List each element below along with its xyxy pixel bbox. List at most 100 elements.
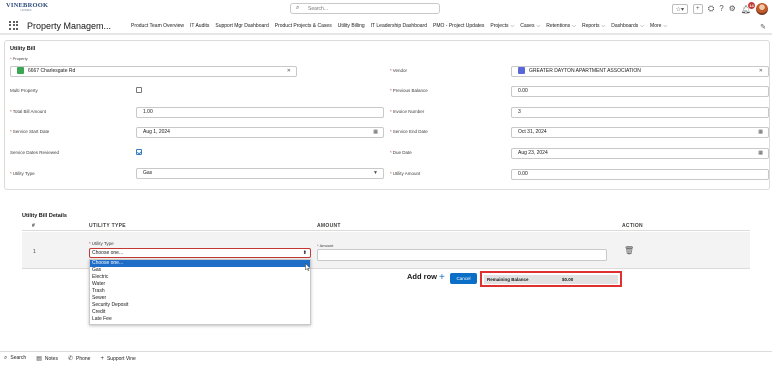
service-start-value: Aug 1, 2024 — [143, 129, 170, 135]
dropdown-option[interactable]: Sewer — [90, 295, 310, 302]
search-placeholder: Search... — [308, 6, 329, 12]
dropdown-option[interactable]: Credit — [90, 309, 310, 316]
nav-items: Product Team Overview IT Audits Support Mg… — [131, 23, 667, 29]
chevron-down-icon[interactable]: ⌵ — [510, 23, 514, 29]
nav-item-label: Projects — [490, 22, 509, 29]
utility-bar-support[interactable]: + Support Vine — [100, 356, 135, 362]
vendor-label: *Vendor — [390, 68, 408, 73]
add-row-button[interactable]: Add row + — [407, 272, 445, 283]
col-action: ACTION — [622, 223, 643, 229]
vendor-lookup[interactable]: GREATER DAYTON APARTMENT ASSOCIATION ✕ — [511, 66, 769, 77]
nav-item[interactable]: Product Team Overview — [131, 23, 184, 29]
nav-item[interactable]: Dashboards ⌵ — [611, 23, 644, 29]
multi-property-label: Multi Property — [10, 88, 38, 93]
chevron-down-icon[interactable]: ⌵ — [572, 23, 576, 29]
clear-vendor-icon[interactable]: ✕ — [759, 67, 763, 76]
row-amount-input[interactable] — [317, 249, 607, 261]
nav-item[interactable]: IT Audits — [190, 23, 209, 29]
dropdown-option[interactable]: Late Fee — [90, 316, 310, 323]
calendar-icon[interactable]: ▦ — [758, 128, 763, 137]
due-date-input[interactable]: Aug 23, 2024 ▦ — [511, 148, 769, 159]
utility-type-select[interactable]: Gas ▼ — [136, 168, 384, 179]
service-end-date-input[interactable]: Oct 31, 2024 ▦ — [511, 127, 769, 138]
vinebrook-logo[interactable]: VINEBROOK HOMES — [6, 2, 48, 17]
dropdown-option[interactable]: Security Deposit — [90, 302, 310, 309]
service-end-label: *Service End Date — [390, 129, 428, 134]
nav-item[interactable]: More ⌵ — [650, 23, 667, 29]
chevron-down-icon[interactable]: ⌵ — [601, 23, 605, 29]
details-section-title: Utility Bill Details — [22, 213, 67, 219]
dropdown-option[interactable]: Trash — [90, 288, 310, 295]
nav-item-label: IT Leadership Dashboard — [370, 22, 427, 29]
col-amount: AMOUNT — [317, 223, 341, 229]
chevron-down-icon: ▼ — [373, 170, 378, 176]
help-icon[interactable]: ? — [719, 4, 723, 14]
favorites-icon[interactable]: ☆▾ — [671, 4, 688, 14]
calendar-icon[interactable]: ▦ — [758, 149, 763, 158]
row-number: 1 — [33, 249, 36, 255]
delete-row-trash-icon[interactable]: 🗑︎ — [624, 246, 634, 255]
utility-amount-input[interactable]: 0.00 — [511, 169, 769, 180]
due-date-label: *Due Date — [390, 150, 412, 155]
nav-item[interactable]: Utility Billing — [338, 23, 365, 29]
service-start-date-input[interactable]: Aug 1, 2024 ▦ — [136, 127, 384, 138]
clear-property-icon[interactable]: ✕ — [287, 67, 291, 76]
property-record-icon — [17, 66, 24, 74]
dropdown-option[interactable]: Gas — [90, 267, 310, 274]
header-utilities: ☆▾ + ⛭ ? ⚙ 🔔︎ 14 — [671, 1, 768, 16]
user-avatar[interactable] — [756, 3, 768, 15]
nav-item-label: Dashboards — [611, 22, 639, 29]
service-end-value: Oct 31, 2024 — [518, 129, 547, 135]
global-header: VINEBROOK HOMES ⌕ Search... ☆▾ + ⛭ ? ⚙ 🔔… — [0, 0, 772, 18]
property-label: *Property — [10, 56, 28, 61]
utility-bar: ⌕ Search ▤ Notes ✆ Phone + Support Vine — [0, 351, 772, 365]
nav-item[interactable]: Cases ⌵ — [520, 23, 540, 29]
previous-balance-label: *Previous Balance — [390, 88, 428, 93]
chevron-down-icon[interactable]: ⌵ — [640, 23, 644, 29]
dropdown-option[interactable]: Electric — [90, 274, 310, 281]
due-date-value: Aug 23, 2024 — [518, 150, 548, 156]
utility-type-label: *Utility Type — [10, 171, 35, 176]
nav-item[interactable]: Product Projects & Cases — [275, 23, 332, 29]
calendar-icon[interactable]: ▦ — [373, 128, 378, 137]
utility-bar-notes[interactable]: ▤ Notes — [36, 355, 58, 362]
utility-type-dropdown-list: Choose one... Gas Electric Water Trash Sewer S… — [89, 259, 311, 325]
total-bill-input[interactable]: 1.00 — [136, 107, 384, 118]
row-utility-type-select[interactable]: Choose one... ⬍ — [89, 248, 311, 258]
global-actions-icon[interactable]: + — [692, 4, 703, 14]
nav-item[interactable]: Retentions ⌵ — [546, 23, 576, 29]
dropdown-option[interactable]: Water — [90, 281, 310, 288]
service-reviewed-checkbox[interactable] — [136, 149, 142, 155]
nav-item[interactable]: Reports ⌵ — [582, 23, 605, 29]
app-launcher-icon[interactable] — [9, 20, 19, 31]
cancel-button[interactable]: Cancel — [450, 273, 477, 284]
edit-nav-pencil-icon[interactable]: ✎ — [760, 23, 766, 31]
nav-item[interactable]: Projects ⌵ — [490, 23, 514, 29]
utility-bar-phone[interactable]: ✆ Phone — [68, 355, 91, 362]
nav-item[interactable]: PMO - Project Updates — [433, 23, 484, 29]
nav-item-label: Cases — [520, 22, 535, 29]
multi-property-checkbox[interactable] — [136, 87, 142, 93]
app-nav-bar: Property Managem... Product Team Overvie… — [0, 18, 772, 35]
nav-item[interactable]: IT Leadership Dashboard — [371, 23, 427, 29]
row-utility-type-label: *Utility Type — [89, 241, 114, 246]
invoice-number-input[interactable]: 3 — [511, 107, 769, 118]
vendor-record-icon — [518, 66, 525, 74]
notifications-bell-icon[interactable]: 🔔︎ 14 — [741, 1, 755, 14]
notes-icon: ▤ — [36, 356, 42, 362]
service-reviewed-label: Service Dates Reviewed — [10, 150, 60, 155]
settings-gear-icon[interactable]: ⚙ — [729, 4, 736, 14]
previous-balance-input[interactable]: 0.00 — [511, 86, 769, 97]
remaining-balance-panel: Remaining Balance $0.00 — [484, 275, 618, 284]
dropdown-option[interactable]: Choose one... — [90, 260, 310, 267]
remaining-balance-box: Remaining Balance $0.00 — [480, 271, 622, 287]
utility-type-value: Gas — [143, 170, 153, 176]
chevron-down-icon[interactable]: ⌵ — [536, 23, 540, 29]
global-search[interactable]: ⌕ Search... — [290, 3, 440, 14]
details-table-header: # UTILITY TYPE AMOUNT ACTION — [22, 222, 750, 231]
nav-item[interactable]: Support Mgr Dashboard — [215, 23, 268, 29]
chevron-down-icon[interactable]: ⌵ — [663, 23, 667, 29]
guidance-icon[interactable]: ⛭ — [708, 4, 714, 14]
property-lookup[interactable]: 6667 Charlesgate Rd ✕ — [10, 66, 297, 77]
utility-bar-search[interactable]: ⌕ Search — [4, 355, 26, 362]
